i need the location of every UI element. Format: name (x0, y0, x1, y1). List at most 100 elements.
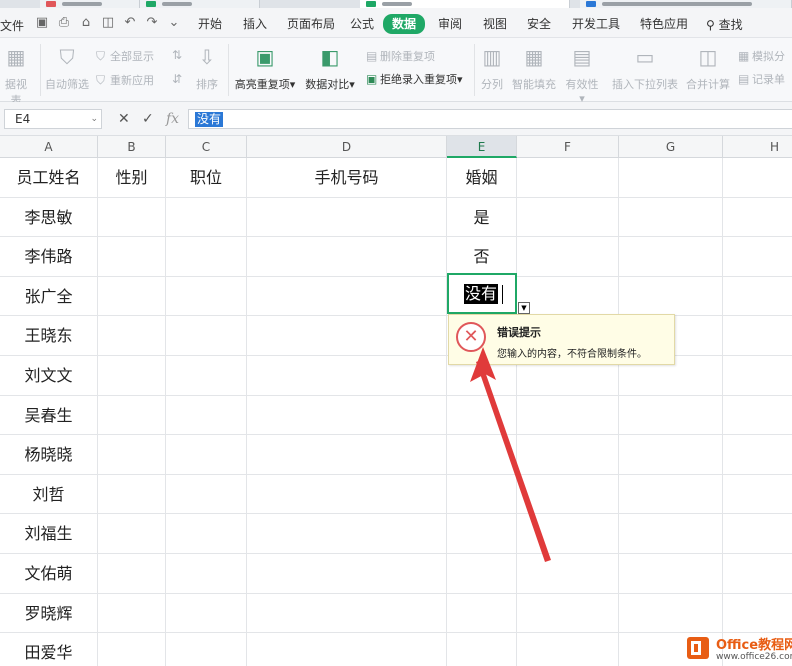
tab-page-layout[interactable]: 页面布局 (287, 16, 335, 32)
undo-icon[interactable]: ↶ (122, 15, 138, 31)
table-row: 李思敏 是 (0, 198, 792, 238)
watermark: Office教程网 www.office26.com (684, 632, 792, 666)
split-column-button[interactable]: ▥ 分列 (480, 44, 504, 92)
header-cell-marriage[interactable]: 婚姻 (447, 158, 516, 197)
sheet-grid[interactable]: 员工姓名 性别 职位 手机号码 婚姻 李思敏 是 李伟路 否 张广全 王晓东 刘… (0, 158, 792, 666)
name-cell[interactable]: 张广全 (0, 277, 97, 316)
marriage-cell[interactable]: 是 (447, 198, 516, 237)
save-icon[interactable]: ▣ (34, 15, 50, 31)
export-pdf-icon[interactable]: ⎙ (56, 15, 72, 31)
sort-descending-button[interactable]: ⇵ (172, 72, 186, 86)
text-cursor (502, 285, 503, 304)
error-message: 您输入的内容，不符合限制条件。 (497, 349, 647, 360)
name-cell[interactable]: 李伟路 (0, 237, 97, 276)
highlight-duplicates-icon: ▣ (255, 45, 275, 69)
column-header-d[interactable]: D (247, 136, 447, 158)
smart-fill-button[interactable]: ▦ 智能填充 (512, 44, 556, 92)
consolidate-button[interactable]: ◫ 合并计算 (686, 44, 730, 92)
document-tab[interactable] (580, 0, 792, 8)
record-form-button[interactable]: ▤ 记录单 (738, 71, 785, 87)
name-cell[interactable]: 杨晓晓 (0, 435, 97, 474)
formula-selected-text: 没有 (195, 112, 224, 127)
reapply-button[interactable]: ⛉ 重新应用 (96, 72, 154, 88)
pivot-table-button[interactable]: ▦ 据视表 (0, 44, 32, 108)
column-header-a[interactable]: A (0, 136, 98, 158)
sort-button[interactable]: ⇩ 排序 (194, 44, 220, 92)
tab-security[interactable]: 安全 (527, 16, 551, 32)
header-cell-phone[interactable]: 手机号码 (247, 158, 446, 197)
header-cell-position[interactable]: 职位 (166, 158, 246, 197)
table-row: 刘福生 (0, 514, 792, 554)
cell-edit-text: 没有 (464, 284, 499, 304)
name-cell[interactable]: 王晓东 (0, 316, 97, 355)
formula-input[interactable]: 没有 (188, 109, 792, 129)
header-cell-name[interactable]: 员工姓名 (0, 158, 97, 197)
tab-formulas[interactable]: 公式 (350, 16, 374, 32)
redo-icon[interactable]: ↷ (144, 15, 160, 31)
function-icon[interactable]: fx (166, 111, 179, 127)
print-preview-icon[interactable]: ◫ (100, 15, 116, 31)
tab-review[interactable]: 审阅 (438, 16, 462, 32)
header-cell-gender[interactable]: 性别 (98, 158, 165, 197)
remove-duplicates-button[interactable]: ▤ 删除重复项 (366, 48, 435, 64)
validation-dropdown-button[interactable]: ▼ (518, 302, 530, 314)
name-cell[interactable]: 吴春生 (0, 396, 97, 435)
table-row: 田爱华 (0, 633, 792, 666)
reject-duplicates-button[interactable]: ▣ 拒绝录入重复项▾ (366, 71, 463, 87)
autofilter-button[interactable]: ⛉ 自动筛选 (44, 44, 90, 92)
name-box[interactable]: E4 ⌄ (4, 109, 102, 129)
name-cell[interactable]: 田爱华 (0, 633, 97, 666)
office-logo-icon (687, 637, 709, 659)
document-tab[interactable] (140, 0, 260, 8)
sort-ascending-button[interactable]: ⇅ (172, 48, 186, 62)
record-form-icon: ▤ (738, 72, 750, 86)
filter-icon: ⛉ (59, 45, 75, 69)
name-cell[interactable]: 刘福生 (0, 514, 97, 553)
tab-home[interactable]: 开始 (198, 16, 222, 32)
document-tab[interactable] (40, 0, 140, 8)
active-cell-e4[interactable]: 没有 (447, 273, 517, 314)
chevron-down-icon[interactable]: ⌄ (90, 110, 98, 128)
column-header-f[interactable]: F (517, 136, 619, 158)
sort-descending-icon: ⇵ (172, 72, 183, 86)
error-tooltip: ✕ 错误提示 您输入的内容，不符合限制条件。 (448, 314, 675, 365)
file-menu[interactable]: 文件 (0, 17, 24, 34)
simulate-analysis-button[interactable]: ▦ 模拟分 (738, 48, 785, 64)
validity-button[interactable]: ▤ 有效性▾ (564, 44, 600, 105)
tab-insert[interactable]: 插入 (243, 16, 267, 32)
name-cell[interactable]: 李思敏 (0, 198, 97, 237)
column-header-b[interactable]: B (98, 136, 166, 158)
sort-az-icon: ⇩ (198, 45, 216, 69)
document-tab-active[interactable] (360, 0, 570, 8)
tab-developer[interactable]: 开发工具 (572, 16, 620, 32)
search-button[interactable]: ⚲ 查找 (706, 16, 743, 33)
insert-dropdown-list-button[interactable]: ▭ 插入下拉列表 (612, 44, 678, 92)
customize-chevron-icon[interactable]: ⌄ (166, 15, 182, 31)
marriage-cell[interactable]: 否 (447, 237, 516, 276)
cancel-icon[interactable]: ✕ (118, 111, 130, 127)
tab-data[interactable]: 数据 (383, 14, 426, 34)
column-headers: A B C D E F G H (0, 136, 792, 158)
name-cell[interactable]: 刘哲 (0, 475, 97, 514)
print-icon[interactable]: ⌂ (78, 15, 94, 31)
divider (474, 44, 475, 96)
simulate-analysis-icon: ▦ (738, 49, 750, 63)
data-compare-icon: ◧ (320, 45, 340, 69)
column-header-e[interactable]: E (447, 136, 517, 158)
confirm-icon[interactable]: ✓ (142, 111, 154, 127)
tab-special[interactable]: 特色应用 (640, 16, 688, 32)
watermark-url: www.office26.com (716, 652, 792, 662)
data-compare-button[interactable]: ◧ 数据对比▾ (304, 44, 356, 92)
name-cell[interactable]: 刘文文 (0, 356, 97, 395)
dropdown-list-icon: ▭ (635, 45, 655, 69)
table-row: 张广全 (0, 277, 792, 317)
ribbon-toolbar: ▦ 据视表 ⛉ 自动筛选 ⛉ 全部显示 ⛉ 重新应用 ⇅ ⇵ ⇩ 排序 ▣ 高亮重复… (0, 38, 792, 107)
name-cell[interactable]: 文佑萌 (0, 554, 97, 593)
column-header-g[interactable]: G (619, 136, 723, 158)
highlight-duplicates-button[interactable]: ▣ 高亮重复项▾ (234, 44, 296, 92)
column-header-h[interactable]: H (723, 136, 792, 158)
tab-view[interactable]: 视图 (483, 16, 507, 32)
show-all-button[interactable]: ⛉ 全部显示 (96, 48, 154, 64)
name-cell[interactable]: 罗晓辉 (0, 594, 97, 633)
column-header-c[interactable]: C (166, 136, 247, 158)
